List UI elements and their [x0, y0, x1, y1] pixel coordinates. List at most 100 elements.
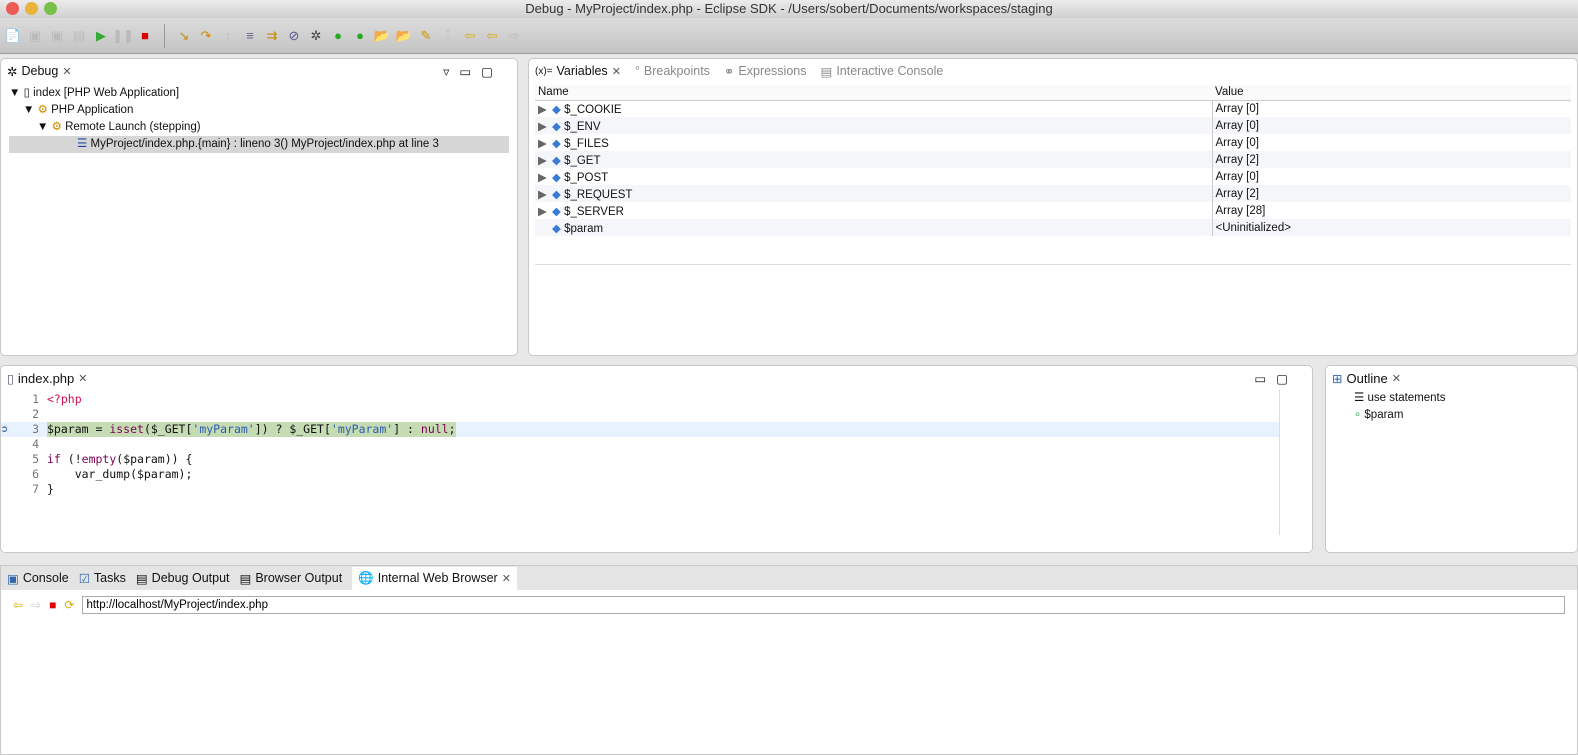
tab-interactive-console[interactable]: ▤ Interactive Console — [821, 64, 944, 79]
expand-icon[interactable]: ▶ — [538, 153, 552, 167]
pen-icon[interactable]: ✎ — [417, 27, 435, 45]
tab-outline[interactable]: ⊞ Outline ✕ — [1332, 371, 1401, 386]
editor: ▯ index.php ✕ ▭▢ 1 <?php 2 ➲ 3 $param = isset($… — [0, 365, 1313, 553]
code-area[interactable]: 1 <?php 2 ➲ 3 $param = isset($_GET['myParam']… — [1, 390, 1280, 535]
window-title: Debug - MyProject/index.php - Eclipse SD… — [525, 1, 1053, 16]
drop-to-frame-icon[interactable]: ≡ — [241, 27, 259, 45]
code-token: ] : — [393, 422, 421, 436]
variable-icon: ◆ — [552, 103, 561, 116]
save-all-icon[interactable]: ▣ — [48, 27, 66, 45]
column-value[interactable]: Value — [1212, 85, 1571, 101]
variables-table: Name Value ▶ ◆ $_COOKIE Array [0] ▶ ◆ $_ENV Ar… — [535, 85, 1571, 236]
open-folder-icon[interactable]: 📂 — [373, 27, 391, 45]
table-row[interactable]: ▶ ◆ $_POST Array [0] — [535, 168, 1571, 185]
tab-expressions[interactable]: ⚭ Expressions — [724, 64, 807, 79]
console-icon: ▤ — [820, 64, 833, 79]
tab-index-php[interactable]: ▯ index.php ✕ — [7, 371, 88, 386]
tab-variables[interactable]: (x)= Variables ✕ — [535, 64, 621, 78]
tab-tasks[interactable]: ☑ Tasks — [79, 571, 126, 586]
code-line: ➲ 3 $param = isset($_GET['myParam']) ? $_G… — [1, 422, 1279, 437]
line-number: 6 — [32, 467, 39, 481]
gutter — [1, 407, 13, 422]
expand-icon[interactable]: ▶ — [538, 136, 552, 150]
instruction-pointer-icon: ➲ — [1, 422, 8, 436]
skip-breakpoints-icon[interactable]: ⊘ — [285, 27, 303, 45]
code-line: 5 if (!empty($param)) { — [1, 452, 1279, 467]
tab-internal-web-browser[interactable]: 🌐 Internal Web Browser ✕ — [352, 566, 517, 590]
variable-icon: ◆ — [552, 205, 561, 218]
expand-icon[interactable]: ▶ — [538, 204, 552, 218]
outline-item[interactable]: ∘ $param — [1354, 407, 1577, 424]
console-icon: ▣ — [7, 571, 19, 586]
tree-item-frame[interactable]: ☰ MyProject/index.php.{main} : lineno 3(… — [9, 136, 509, 153]
back-icon[interactable]: ⇦ — [13, 598, 23, 612]
table-row[interactable]: ▶ ◆ $_REQUEST Array [2] — [535, 185, 1571, 202]
tree-item-launch[interactable]: ▼ ▯ index [PHP Web Application] — [9, 85, 509, 102]
code-token: if — [47, 452, 61, 466]
close-icon[interactable]: ✕ — [612, 65, 621, 78]
open-project-icon[interactable]: 📂 — [395, 27, 413, 45]
tab-console[interactable]: ▣ Console — [7, 571, 69, 586]
save-icon[interactable]: ▣ — [26, 27, 44, 45]
forward-icon[interactable]: ⇨ — [505, 27, 523, 45]
tree-item-thread[interactable]: ▼ ⚙ Remote Launch (stepping) — [9, 119, 509, 136]
stop-icon[interactable]: ■ — [49, 598, 56, 612]
expand-icon[interactable]: ▶ — [538, 102, 552, 116]
tree-item-app[interactable]: ▼ ⚙ PHP Application — [9, 102, 509, 119]
step-into-icon[interactable]: ↘ — [175, 27, 193, 45]
use-step-filters-icon[interactable]: ⇉ — [263, 27, 281, 45]
table-row[interactable]: ◆ $param <Uninitialized> — [535, 219, 1571, 236]
variable-name: $param — [564, 222, 604, 235]
debug-output-icon: ▤ — [135, 571, 148, 586]
variable-icon: ◆ — [552, 120, 561, 133]
view-controls[interactable]: ▭▢ — [1254, 371, 1298, 386]
step-return-icon[interactable]: ↑ — [219, 27, 237, 45]
new-icon[interactable]: 📄 — [4, 27, 22, 45]
variable-value: Array [0] — [1215, 170, 1259, 183]
close-icon[interactable]: ✕ — [78, 372, 87, 385]
expand-icon[interactable]: ▶ — [538, 187, 552, 201]
view-controls[interactable]: ▿▭▢ — [443, 64, 503, 79]
expand-icon[interactable]: ▶ — [538, 170, 552, 184]
expand-icon[interactable]: ▶ — [538, 119, 552, 133]
suspend-icon[interactable]: ❚❚ — [112, 27, 134, 45]
tab-breakpoints[interactable]: ° Breakpoints — [635, 64, 710, 78]
minimize-window-button[interactable] — [25, 2, 38, 15]
variable-value: Array [2] — [1212, 151, 1571, 168]
outline-item[interactable]: ☰ use statements — [1354, 390, 1577, 407]
last-edit-icon[interactable]: ⇦ — [461, 27, 479, 45]
breakpoints-icon: ° — [634, 64, 640, 78]
table-row[interactable]: ▶ ◆ $_SERVER Array [28] — [535, 202, 1571, 219]
debug-icon[interactable]: ✲ — [307, 27, 325, 45]
variables-view: (x)= Variables ✕ ° Breakpoints ⚭ Expressions… — [528, 58, 1578, 356]
close-window-button[interactable] — [6, 2, 19, 15]
print-icon[interactable]: ▤ — [70, 27, 88, 45]
table-row[interactable]: ▶ ◆ $_COOKIE Array [0] — [535, 100, 1571, 117]
zoom-window-button[interactable] — [44, 2, 57, 15]
variable-icon: ◆ — [552, 188, 561, 201]
terminate-icon[interactable]: ■ — [136, 27, 154, 45]
tab-debug-output[interactable]: ▤ Debug Output — [136, 571, 230, 586]
browser-output-icon: ▤ — [239, 571, 252, 586]
annotation-icon[interactable]: ⋮ — [439, 27, 457, 45]
code-token: empty — [81, 452, 117, 466]
refresh-icon[interactable]: ⟳ — [64, 598, 74, 612]
bug-icon: ✲ — [7, 64, 18, 79]
forward-icon[interactable]: ⇨ — [31, 598, 41, 612]
close-icon[interactable]: ✕ — [502, 572, 511, 585]
back-icon[interactable]: ⇦ — [483, 27, 501, 45]
table-row[interactable]: ▶ ◆ $_ENV Array [0] — [535, 117, 1571, 134]
tab-browser-output[interactable]: ▤ Browser Output — [240, 571, 343, 586]
url-input[interactable] — [82, 596, 1565, 614]
table-row[interactable]: ▶ ◆ $_FILES Array [0] — [535, 134, 1571, 151]
close-icon[interactable]: ✕ — [62, 65, 71, 78]
table-row[interactable]: ▶ ◆ $_GET Array [2] — [535, 151, 1571, 168]
tab-debug[interactable]: ✲ Debug ✕ — [7, 64, 72, 79]
gutter — [1, 482, 13, 497]
external-tools-icon[interactable]: ● — [351, 27, 369, 45]
close-icon[interactable]: ✕ — [1392, 372, 1401, 385]
run-icon[interactable]: ● — [329, 27, 347, 45]
step-over-icon[interactable]: ↷ — [197, 27, 215, 45]
column-name[interactable]: Name — [535, 85, 1212, 101]
resume-icon[interactable]: ▶ — [92, 27, 110, 45]
